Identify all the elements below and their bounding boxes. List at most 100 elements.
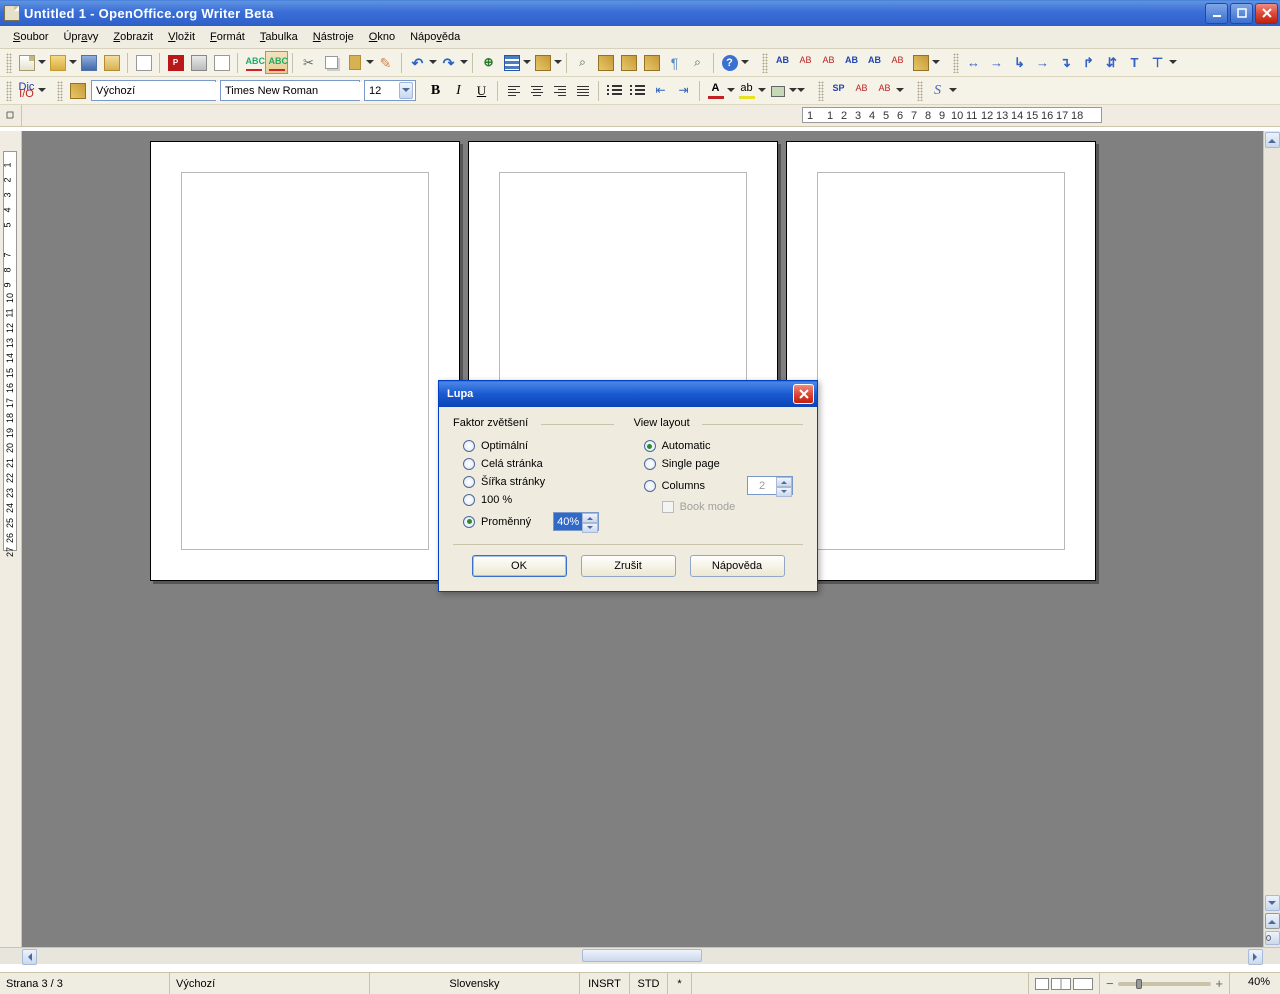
highlight-button[interactable]: ab <box>735 79 758 102</box>
zoom-button[interactable]: ⌕ <box>686 51 709 74</box>
font-size-input[interactable] <box>369 82 399 100</box>
lang-button-3[interactable]: AB <box>873 79 896 102</box>
find-button[interactable]: ⌕ <box>571 51 594 74</box>
cut-button[interactable]: ✂ <box>297 51 320 74</box>
underline-button[interactable]: U <box>470 79 493 102</box>
variable-value-input[interactable] <box>554 513 582 530</box>
track-button-1[interactable]: AB <box>794 51 817 74</box>
zoom-out-icon[interactable]: − <box>1106 976 1114 991</box>
font-color-drop[interactable] <box>727 79 735 102</box>
align-justify-button[interactable] <box>571 79 594 102</box>
align-right-button[interactable] <box>548 79 571 102</box>
close-button[interactable] <box>1255 3 1278 24</box>
arrow-button-7[interactable]: ⇵ <box>1100 51 1123 74</box>
toolbar-handle-fmt2[interactable] <box>57 81 63 101</box>
radio-automatic[interactable]: Automatic <box>634 437 803 455</box>
s-button[interactable]: S <box>926 79 949 102</box>
toolbar-handle[interactable] <box>6 53 12 73</box>
radio-variable[interactable]: Proměnný <box>453 509 614 534</box>
redo-dropdown[interactable] <box>460 51 468 74</box>
open-button[interactable] <box>46 51 69 74</box>
horizontal-scrollbar[interactable] <box>0 947 1280 964</box>
prev-page-button[interactable] <box>1265 913 1280 929</box>
scroll-left-button[interactable] <box>22 949 37 965</box>
bullet-list-button[interactable] <box>626 79 649 102</box>
track-button-4[interactable]: AB <box>863 51 886 74</box>
single-page-icon[interactable] <box>1035 978 1049 990</box>
toolbar-overflow[interactable] <box>741 51 749 74</box>
dec-indent-button[interactable]: ⇤ <box>649 79 672 102</box>
help-dialog-button[interactable]: Nápověda <box>690 555 785 577</box>
status-style[interactable]: Výchozí <box>170 973 370 994</box>
datasource-button[interactable] <box>640 51 663 74</box>
export-pdf-button[interactable]: P <box>164 51 187 74</box>
number-list-button[interactable] <box>603 79 626 102</box>
edit-file-button[interactable] <box>132 51 155 74</box>
arrow-button-5[interactable]: ↴ <box>1054 51 1077 74</box>
track-button-5[interactable]: AB <box>886 51 909 74</box>
track-button-3[interactable]: AB <box>840 51 863 74</box>
menu-tools[interactable]: Nástroje <box>306 28 361 46</box>
table-dropdown[interactable] <box>523 51 531 74</box>
s-overflow[interactable] <box>949 79 957 102</box>
undo-dropdown[interactable] <box>429 51 437 74</box>
highlight-drop[interactable] <box>758 79 766 102</box>
zoom-slider[interactable] <box>1118 982 1212 986</box>
lang-button-2[interactable]: AB <box>850 79 873 102</box>
dialog-titlebar[interactable]: Lupa <box>439 381 817 407</box>
para-style-input[interactable] <box>96 82 238 100</box>
font-color-button[interactable]: A <box>704 79 727 102</box>
dic-overflow[interactable] <box>38 79 46 102</box>
copy-button[interactable] <box>320 51 343 74</box>
arrow-button-4[interactable]: → <box>1031 51 1054 74</box>
track-button-6[interactable] <box>909 51 932 74</box>
radio-columns[interactable]: Columns <box>634 473 803 498</box>
paste-button[interactable] <box>343 51 366 74</box>
email-button[interactable] <box>100 51 123 74</box>
radio-optimal[interactable]: Optimální <box>453 437 614 455</box>
autospell-button[interactable]: ABC <box>265 51 288 74</box>
toolbar-handle-s[interactable] <box>917 81 923 101</box>
radio-single-page[interactable]: Single page <box>634 455 803 473</box>
page-1[interactable] <box>150 141 460 581</box>
styles-button[interactable] <box>66 79 89 102</box>
menu-insert[interactable]: Vložit <box>161 28 202 46</box>
fkd-button[interactable]: AB <box>771 51 794 74</box>
menu-view[interactable]: Zobrazit <box>106 28 160 46</box>
draw-dropdown[interactable] <box>554 51 562 74</box>
toolbar-handle-lang[interactable] <box>818 81 824 101</box>
navigator-button[interactable] <box>594 51 617 74</box>
arrow-button-6[interactable]: ↱ <box>1077 51 1100 74</box>
nonprinting-button[interactable]: ¶ <box>663 51 686 74</box>
hscroll-thumb[interactable] <box>582 949 702 962</box>
spellcheck-button[interactable]: ABC <box>242 51 265 74</box>
status-modified[interactable]: * <box>668 973 692 994</box>
minimize-button[interactable] <box>1205 3 1228 24</box>
zoom-in-icon[interactable]: + <box>1215 976 1223 991</box>
format-paintbrush-button[interactable]: ✎ <box>374 51 397 74</box>
menu-format[interactable]: Formát <box>203 28 252 46</box>
print-button[interactable] <box>187 51 210 74</box>
bgcolor-button[interactable] <box>766 79 789 102</box>
show-draw-button[interactable] <box>531 51 554 74</box>
menu-window[interactable]: Okno <box>362 28 402 46</box>
track-button-2[interactable]: AB <box>817 51 840 74</box>
hyperlink-button[interactable]: ⊕ <box>477 51 500 74</box>
book-view-icon[interactable] <box>1073 978 1093 990</box>
ok-button[interactable]: OK <box>472 555 567 577</box>
save-button[interactable] <box>77 51 100 74</box>
scroll-up-button[interactable] <box>1265 132 1280 148</box>
arrow-button-1[interactable]: ↔ <box>962 51 985 74</box>
toolbar-handle-3[interactable] <box>953 53 959 73</box>
arrow-button-3[interactable]: ↳ <box>1008 51 1031 74</box>
toolbar-overflow-2[interactable] <box>932 51 940 74</box>
cancel-button[interactable]: Zrušit <box>581 555 676 577</box>
arrow-button-9[interactable]: ⊤ <box>1146 51 1169 74</box>
scroll-right-button[interactable] <box>1248 949 1263 965</box>
status-page[interactable]: Strana 3 / 3 <box>0 973 170 994</box>
horizontal-ruler[interactable]: 1123456789101112131415161718 <box>22 105 1280 126</box>
radio-whole-page[interactable]: Celá stránka <box>453 455 614 473</box>
multi-page-icon[interactable] <box>1051 978 1071 990</box>
undo-button[interactable]: ↶ <box>406 51 429 74</box>
toolbar-handle-fmt[interactable] <box>6 81 12 101</box>
